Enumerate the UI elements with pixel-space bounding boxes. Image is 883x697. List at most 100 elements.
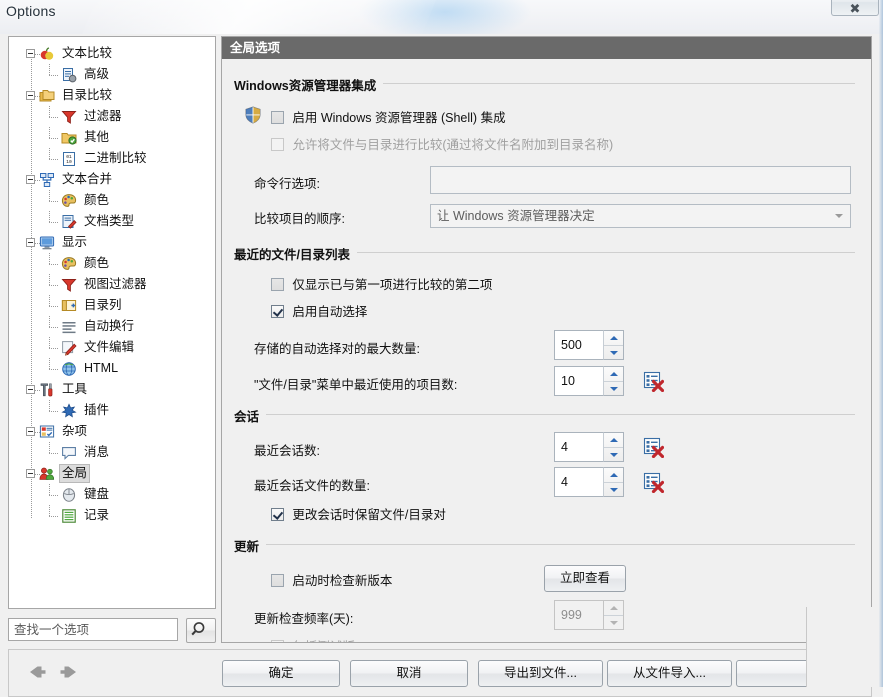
recent-session-files-spin-buttons[interactable] <box>603 467 624 497</box>
check-now-button-label: 立即查看 <box>559 571 610 585</box>
mru-count-spin-buttons[interactable] <box>603 366 624 396</box>
tree-item-8[interactable]: 文档类型 <box>9 211 215 232</box>
tree-item-6[interactable]: 文本合并 <box>9 169 215 190</box>
tree-branch-line <box>49 75 58 76</box>
row-include-beta: 包括测试版 <box>271 636 871 642</box>
enable-autoselect-checkbox[interactable]: 启用自动选择 <box>271 305 367 319</box>
tree-expander-collapse-icon[interactable] <box>26 91 35 100</box>
tree-item-4[interactable]: 其他 <box>9 127 215 148</box>
tree-item-9[interactable]: 显示 <box>9 232 215 253</box>
client-area: 文本比较 高级 目录比较 过滤器 其他 01 10 二进制比较 文本合并 颜色 文档类型 显示 颜色 视图… <box>0 34 883 697</box>
tree-item-10[interactable]: 颜色 <box>9 253 215 274</box>
tree-item-20[interactable]: 全局 <box>9 463 215 484</box>
clear-list-icon[interactable] <box>642 370 665 393</box>
update-frequency-label: 更新检查频率(天): <box>254 612 354 626</box>
export-to-file-button[interactable]: 导出到文件... <box>478 660 603 687</box>
tree-item-14[interactable]: 文件编辑 <box>9 337 215 358</box>
shell-integration-label: 启用 Windows 资源管理器 (Shell) 集成 <box>292 111 506 125</box>
tree-branch-line <box>49 337 50 348</box>
spin-up-button[interactable] <box>604 367 623 381</box>
spin-up-button[interactable] <box>604 331 623 345</box>
shell-integration-checkbox-box <box>271 111 284 124</box>
ok-button[interactable]: 确定 <box>222 660 340 687</box>
tree-item-12[interactable]: 目录列 <box>9 295 215 316</box>
tree-item-2[interactable]: 目录比较 <box>9 85 215 106</box>
recent-session-files-spinner[interactable] <box>554 467 624 497</box>
tree-expander-collapse-icon[interactable] <box>26 49 35 58</box>
mru-count-spinner[interactable] <box>554 366 624 396</box>
keyboard-icon <box>61 487 77 503</box>
clear-list-icon[interactable] <box>642 436 665 459</box>
globe-icon <box>61 361 77 377</box>
spin-up-button[interactable] <box>604 433 623 447</box>
tree-item-11[interactable]: 视图过滤器 <box>9 274 215 295</box>
row-shell-integration: 启用 Windows 资源管理器 (Shell) 集成 <box>244 105 871 127</box>
close-button[interactable]: ✖ <box>831 0 879 16</box>
tree-item-1[interactable]: 高级 <box>9 64 215 85</box>
search-input[interactable] <box>8 618 178 641</box>
tree-item-label: 过滤器 <box>84 109 122 124</box>
keep-pairs-label: 更改会话时保留文件/目录对 <box>292 508 446 522</box>
options-tree[interactable]: 文本比较 高级 目录比较 过滤器 其他 01 10 二进制比较 文本合并 颜色 文档类型 显示 颜色 视图… <box>8 36 216 609</box>
dialog-button-bar: 确定 取消 导出到文件... 从文件导入... <box>8 649 872 697</box>
tree-item-13[interactable]: 自动换行 <box>9 316 215 337</box>
export-to-file-button-label: 导出到文件... <box>504 666 577 680</box>
tree-item-0[interactable]: 文本比较 <box>9 43 215 64</box>
cmdline-input[interactable] <box>430 166 851 194</box>
keep-pairs-checkbox-box <box>271 508 284 521</box>
tree-expander-collapse-icon[interactable] <box>26 175 35 184</box>
tree-branch-line <box>49 274 50 285</box>
tree-item-15[interactable]: HTML <box>9 358 215 379</box>
tree-item-17[interactable]: 插件 <box>9 400 215 421</box>
show-second-only-checkbox[interactable]: 仅显示已与第一项进行比较的第二项 <box>271 278 492 292</box>
tree-expander-collapse-icon[interactable] <box>26 427 35 436</box>
import-from-file-button[interactable]: 从文件导入... <box>607 660 732 687</box>
spin-down-button[interactable] <box>604 447 623 462</box>
tree-item-3[interactable]: 过滤器 <box>9 106 215 127</box>
clear-list-icon[interactable] <box>642 471 665 494</box>
spin-up-button[interactable] <box>604 468 623 482</box>
update-frequency-spinner <box>554 600 624 630</box>
recent-sessions-spin-buttons[interactable] <box>603 432 624 462</box>
check-now-button[interactable]: 立即查看 <box>544 565 626 592</box>
tree-item-label: 目录比较 <box>62 88 113 103</box>
tree-item-21[interactable]: 键盘 <box>9 484 215 505</box>
spin-down-button[interactable] <box>604 345 623 360</box>
arrow-right-icon[interactable] <box>59 666 79 683</box>
spin-down-button[interactable] <box>604 381 623 396</box>
compare-order-combobox[interactable]: 让 Windows 资源管理器决定 <box>430 204 851 228</box>
tree-branch-line <box>49 64 50 75</box>
options-panel: 全局选项 Windows资源管理器集成 启用 Windows 资源管理器 (Sh… <box>221 36 872 643</box>
tree-item-5[interactable]: 01 10 二进制比较 <box>9 148 215 169</box>
tree-expander-collapse-icon[interactable] <box>26 238 35 247</box>
tree-item-22[interactable]: 记录 <box>9 505 215 526</box>
tree-item-label: 自动换行 <box>84 319 135 334</box>
tree-branch-line <box>49 306 58 307</box>
spin-down-button[interactable] <box>604 482 623 497</box>
row-recent-sessions: 最近会话数: <box>222 432 871 464</box>
search-button[interactable] <box>186 618 216 643</box>
row-check-on-startup: 启动时检查新版本 立即查看 <box>222 565 871 595</box>
shell-integration-checkbox[interactable]: 启用 Windows 资源管理器 (Shell) 集成 <box>271 107 506 126</box>
tree-item-label: 视图过滤器 <box>84 277 147 292</box>
tree-branch-line <box>49 516 58 517</box>
tree-item-18[interactable]: 杂项 <box>9 421 215 442</box>
check-on-startup-checkbox[interactable]: 启动时检查新版本 <box>271 570 392 589</box>
mru-count-label: "文件/目录"菜单中最近使用的项目数: <box>254 378 458 392</box>
max-autoselect-spinner[interactable] <box>554 330 624 360</box>
tree-expander-collapse-icon[interactable] <box>26 469 35 478</box>
global-people-icon <box>39 466 55 482</box>
keep-pairs-checkbox[interactable]: 更改会话时保留文件/目录对 <box>271 508 446 522</box>
recent-sessions-spinner[interactable] <box>554 432 624 462</box>
max-autoselect-spin-buttons[interactable] <box>603 330 624 360</box>
tree-expander-collapse-icon[interactable] <box>26 385 35 394</box>
tree-item-19[interactable]: 消息 <box>9 442 215 463</box>
enable-autoselect-checkbox-box <box>271 305 284 318</box>
tree-item-16[interactable]: 工具 <box>9 379 215 400</box>
row-cmdline: 命令行选项: <box>222 166 871 198</box>
spin-down-button <box>604 615 623 630</box>
tree-item-7[interactable]: 颜色 <box>9 190 215 211</box>
tree-branch-line <box>49 505 50 516</box>
cancel-button[interactable]: 取消 <box>350 660 468 687</box>
arrow-left-icon[interactable] <box>27 666 50 683</box>
